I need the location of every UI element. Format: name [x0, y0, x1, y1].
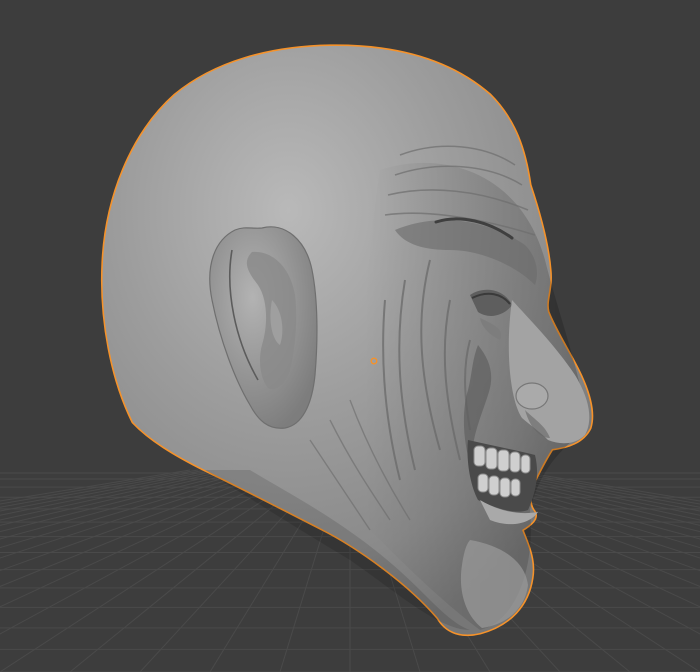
grid-line-vertical — [0, 469, 239, 526]
grid-line-vertical — [509, 469, 700, 502]
grid-line-vertical — [0, 469, 295, 608]
grid-line-vertical — [0, 469, 207, 508]
3d-viewport[interactable] — [0, 0, 700, 672]
head-mesh[interactable] — [100, 44, 594, 637]
grid-line-vertical — [0, 469, 223, 516]
viewport-canvas[interactable] — [0, 0, 700, 672]
grid-line-vertical — [0, 469, 191, 502]
grid-line-vertical — [0, 469, 279, 572]
